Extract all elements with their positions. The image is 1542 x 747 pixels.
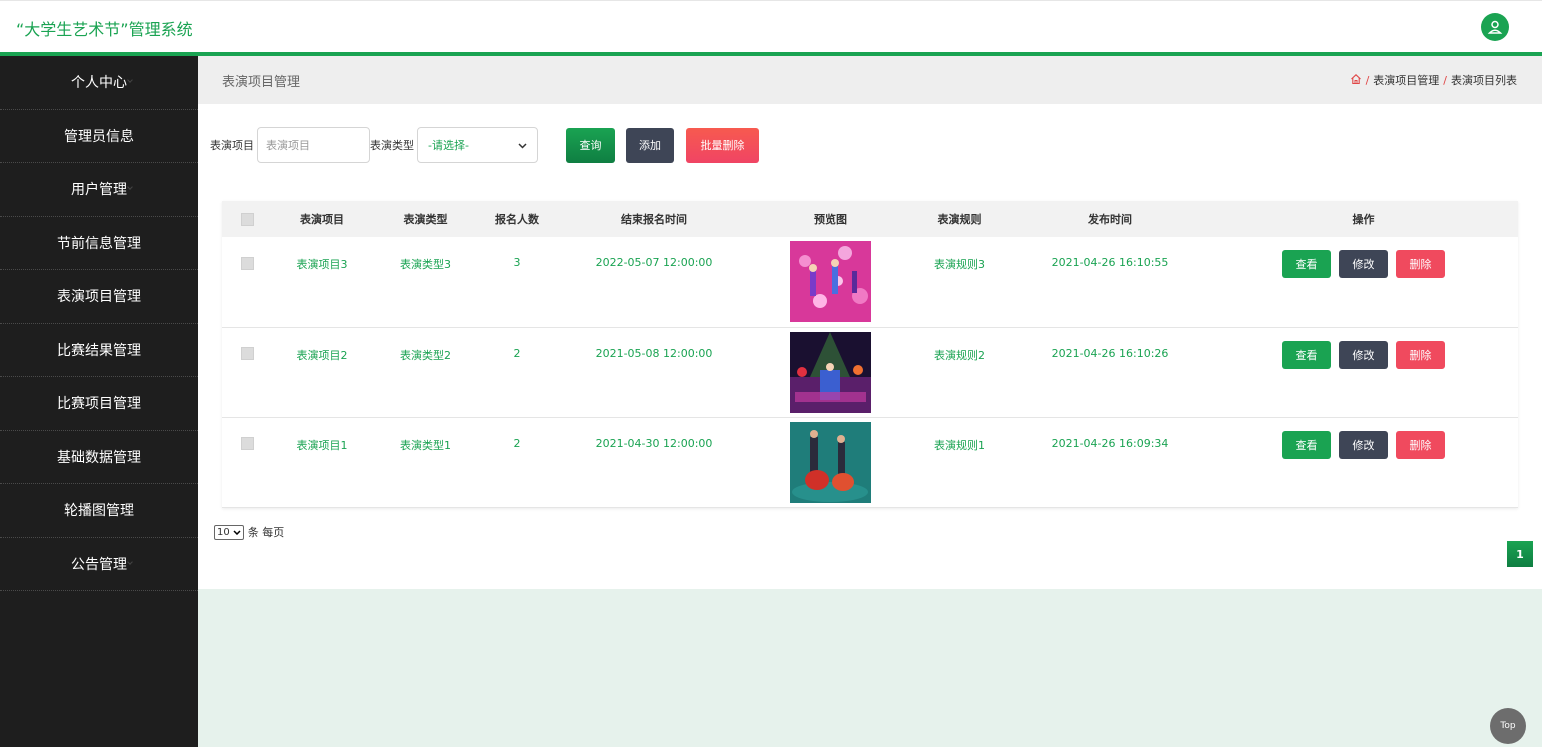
- breadcrumb-item[interactable]: 表演项目管理: [1373, 72, 1439, 88]
- cell-rule: 表演规则1: [908, 417, 1011, 508]
- preview-image: [790, 241, 871, 322]
- page-size-value: 10: [217, 526, 230, 538]
- data-table: 表演项目 表演类型 报名人数 结束报名时间 预览图 表演规则 发布时间 操作 表…: [222, 201, 1518, 508]
- sidebar-item-user-management[interactable]: 用户管理: [0, 163, 198, 217]
- cell-project: 表演项目1: [272, 417, 372, 508]
- sidebar-item-label: 个人中心: [71, 75, 127, 92]
- delete-button[interactable]: 删除: [1396, 250, 1445, 278]
- preview-image: [790, 421, 871, 503]
- sidebar-item-personal-center[interactable]: 个人中心: [0, 56, 198, 110]
- sidebar-item-performance-projects[interactable]: 表演项目管理: [0, 270, 198, 324]
- sidebar-item-label: 轮播图管理: [64, 503, 134, 520]
- type-select-value: -请选择-: [428, 139, 469, 152]
- page-title: 表演项目管理: [222, 75, 301, 90]
- chevron-down-icon: [233, 527, 241, 538]
- page-size-control: 10 条 每页: [214, 524, 284, 540]
- chevron-down-icon: [518, 139, 527, 152]
- cell-count: 2: [479, 417, 555, 508]
- view-button[interactable]: 查看: [1282, 340, 1331, 369]
- type-label: 表演类型: [370, 139, 414, 152]
- edit-button[interactable]: 修改: [1339, 430, 1388, 459]
- sidebar-item-admin-info[interactable]: 管理员信息: [0, 110, 198, 163]
- table-header-row: 表演项目 表演类型 报名人数 结束报名时间 预览图 表演规则 发布时间 操作: [222, 201, 1518, 237]
- delete-button[interactable]: 删除: [1396, 340, 1445, 369]
- view-button[interactable]: 查看: [1282, 430, 1331, 459]
- cell-deadline: 2022-05-07 12:00:00: [555, 237, 753, 328]
- column-header: 预览图: [753, 201, 908, 237]
- table-row: 表演项目1 表演类型1 2 2021-04-30 12:00:00 表演规则1 …: [222, 417, 1518, 508]
- cell-published: 2021-04-26 16:10:55: [1011, 237, 1209, 328]
- column-header: 表演项目: [272, 201, 372, 237]
- home-icon[interactable]: [1350, 73, 1362, 88]
- chevron-down-icon: [127, 184, 133, 190]
- batch-delete-button[interactable]: 批量删除: [686, 127, 759, 163]
- column-header: 发布时间: [1011, 201, 1209, 237]
- column-header: 表演规则: [908, 201, 1011, 237]
- sidebar-item-label: 管理员信息: [64, 128, 134, 145]
- breadcrumb-separator: /: [1365, 73, 1370, 87]
- top-bar: “大学生艺术节”管理系统: [0, 0, 1542, 53]
- title-bar: 表演项目管理 / 表演项目管理 / 表演项目列表: [198, 56, 1542, 104]
- sidebar: 个人中心 管理员信息 用户管理 节前信息管理 表演项目管理 比赛结果管理 比赛项…: [0, 56, 198, 747]
- chevron-down-icon: [127, 77, 133, 83]
- row-checkbox[interactable]: [240, 256, 254, 270]
- main-area: 表演项目管理 / 表演项目管理 / 表演项目列表 表演项目 表演项目 表演类型 …: [198, 56, 1542, 747]
- per-page-label: 条 每页: [247, 526, 285, 539]
- table-row: 表演项目2 表演类型2 2 2021-05-08 12:00:00 表演规则2 …: [222, 327, 1518, 418]
- type-select[interactable]: -请选择-: [417, 127, 538, 163]
- edit-button[interactable]: 修改: [1339, 250, 1388, 278]
- preview-image: [790, 331, 871, 413]
- column-header: 报名人数: [479, 201, 555, 237]
- cell-published: 2021-04-26 16:09:34: [1011, 417, 1209, 508]
- sidebar-item-label: 用户管理: [71, 182, 127, 199]
- cell-project: 表演项目2: [272, 327, 372, 418]
- breadcrumb: / 表演项目管理 / 表演项目列表: [1350, 72, 1517, 88]
- search-form: 表演项目 表演项目 表演类型 -请选择- 查询 添加 批量删除: [210, 127, 759, 163]
- cell-deadline: 2021-04-30 12:00:00: [555, 417, 753, 508]
- column-header: 操作: [1209, 201, 1518, 237]
- breadcrumb-separator: /: [1443, 73, 1447, 87]
- column-header: 结束报名时间: [555, 201, 753, 237]
- content-panel: 表演项目 表演项目 表演类型 -请选择- 查询 添加 批量删除 表演项目 表演类…: [198, 104, 1542, 589]
- project-label: 表演项目: [210, 139, 254, 152]
- cell-project: 表演项目3: [272, 237, 372, 328]
- query-button[interactable]: 查询: [566, 127, 615, 163]
- cell-count: 3: [479, 237, 555, 328]
- edit-button[interactable]: 修改: [1339, 340, 1388, 369]
- row-checkbox[interactable]: [240, 347, 254, 360]
- scroll-top-button[interactable]: Top: [1490, 708, 1526, 744]
- user-avatar-icon[interactable]: [1481, 13, 1509, 41]
- add-button[interactable]: 添加: [626, 127, 674, 163]
- sidebar-item-announcements[interactable]: 公告管理: [0, 538, 198, 591]
- view-button[interactable]: 查看: [1282, 250, 1331, 278]
- cell-type: 表演类型3: [372, 237, 479, 328]
- sidebar-item-pre-festival-info[interactable]: 节前信息管理: [0, 217, 198, 270]
- project-search-input[interactable]: 表演项目: [257, 127, 370, 163]
- cell-published: 2021-04-26 16:10:26: [1011, 327, 1209, 418]
- page-button[interactable]: 1: [1507, 541, 1533, 567]
- select-all-checkbox[interactable]: [240, 212, 254, 226]
- row-checkbox[interactable]: [240, 437, 254, 450]
- sidebar-item-label: 表演项目管理: [57, 289, 141, 306]
- cell-deadline: 2021-05-08 12:00:00: [555, 327, 753, 418]
- sidebar-item-competition-results[interactable]: 比赛结果管理: [0, 324, 198, 377]
- sidebar-item-competition-projects[interactable]: 比赛项目管理: [0, 377, 198, 431]
- cell-rule: 表演规则3: [908, 237, 1011, 328]
- table-row: 表演项目3 表演类型3 3 2022-05-07 12:00:00 表演规则3 …: [222, 237, 1518, 328]
- column-header: 表演类型: [372, 201, 479, 237]
- sidebar-item-label: 比赛项目管理: [57, 396, 141, 413]
- cell-type: 表演类型1: [372, 417, 479, 508]
- cell-type: 表演类型2: [372, 327, 479, 418]
- breadcrumb-item: 表演项目列表: [1451, 74, 1517, 87]
- cell-count: 2: [479, 327, 555, 418]
- page-size-select[interactable]: 10: [214, 524, 244, 540]
- sidebar-item-carousel[interactable]: 轮播图管理: [0, 484, 198, 538]
- sidebar-item-label: 公告管理: [71, 556, 127, 573]
- app-title: “大学生艺术节”管理系统: [16, 20, 193, 39]
- cell-rule: 表演规则2: [908, 327, 1011, 418]
- chevron-down-icon: [127, 558, 133, 565]
- delete-button[interactable]: 删除: [1396, 430, 1445, 459]
- sidebar-item-basic-data[interactable]: 基础数据管理: [0, 431, 198, 484]
